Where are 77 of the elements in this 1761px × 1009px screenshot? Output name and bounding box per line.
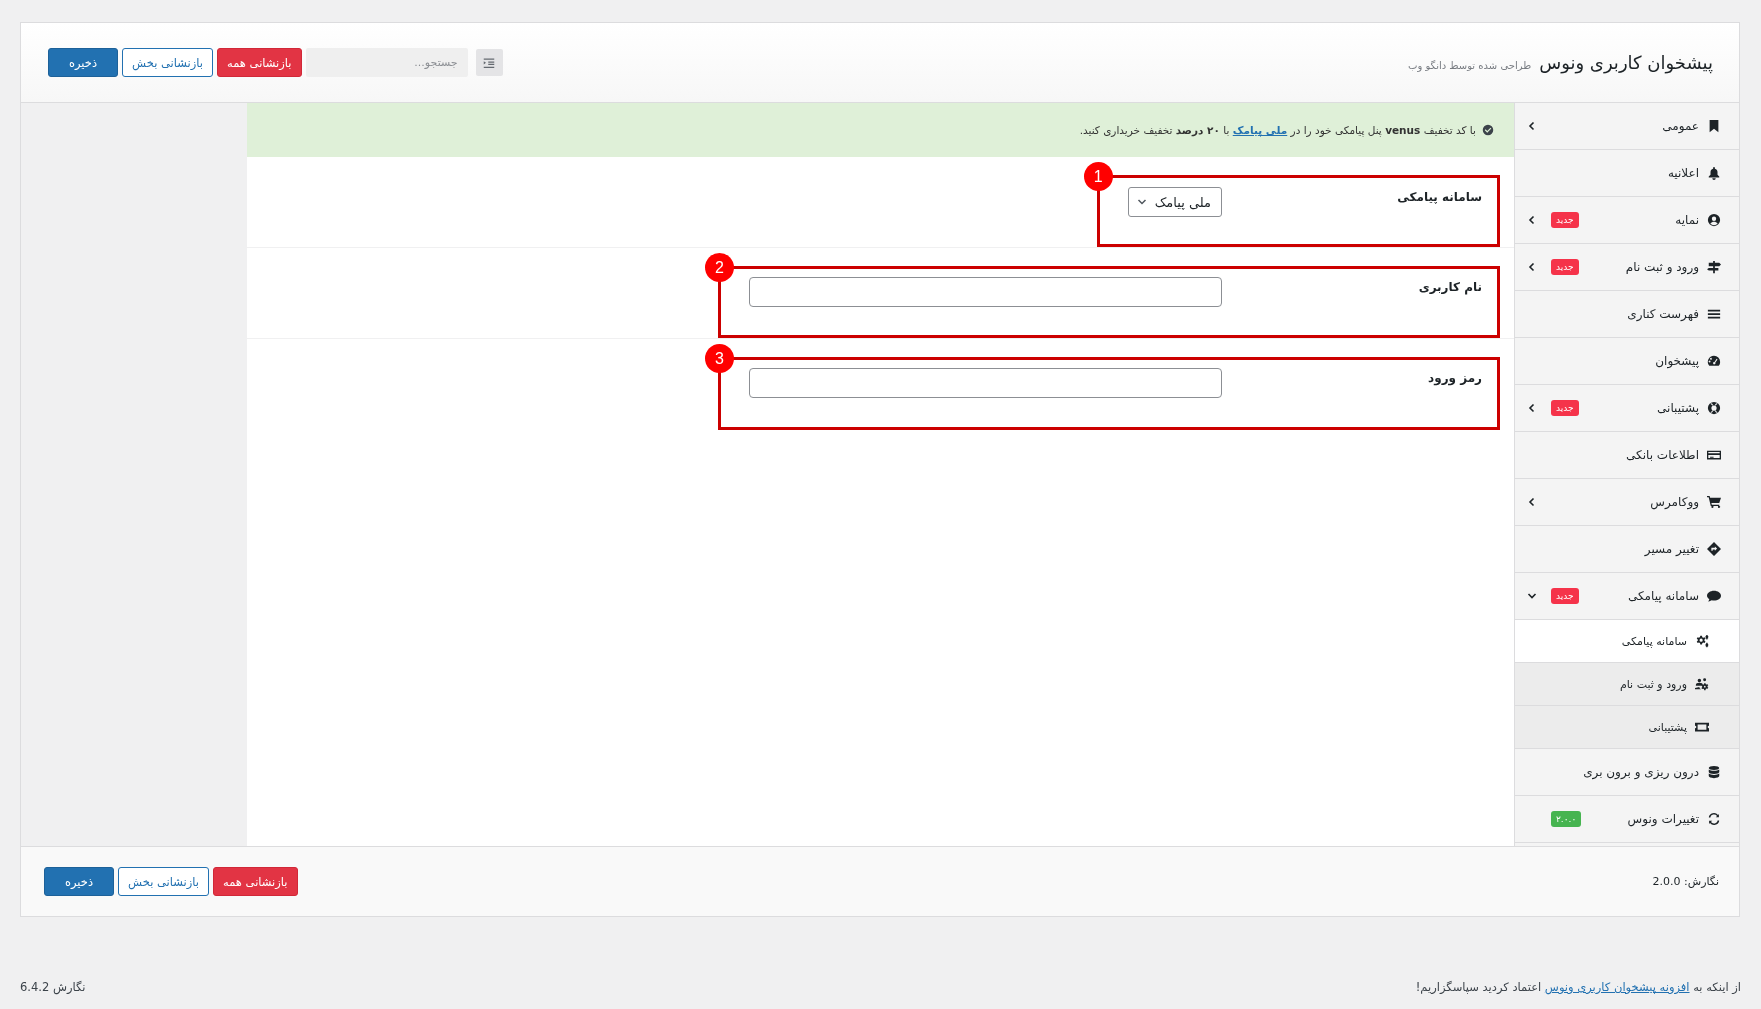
new-badge: ۲.۰.۰ — [1551, 811, 1582, 827]
sidebar-item[interactable]: اطلاعات بانکی — [1515, 432, 1739, 479]
sidebar-label: درون ریزی و برون بری — [1583, 765, 1699, 779]
save-button[interactable]: ذخیره — [48, 48, 119, 77]
step-number-badge: 2 — [705, 253, 734, 282]
sidebar-item[interactable]: اعلانیه — [1515, 150, 1739, 197]
bell-icon — [1707, 166, 1721, 180]
thanks-text: از اینکه به افزونه پیشخوان کاربری ونوس اعتماد کردید سپاسگزاریم! — [1415, 980, 1741, 994]
outline-toggle-button[interactable] — [475, 49, 503, 76]
sidebar-label: نمایه — [1675, 213, 1699, 227]
sidebar-item[interactable]: تغییرات ونوس ۲.۰.۰ — [1515, 796, 1739, 843]
sidebar-label: عمومی — [1662, 119, 1699, 133]
chevron-down-icon — [1136, 197, 1147, 207]
step-number-badge: 3 — [705, 344, 734, 373]
reset-section-button[interactable]: بازنشانی بخش — [122, 48, 214, 77]
submenu-label: ورود و ثبت نام — [1619, 677, 1687, 691]
sidebar-label: پیشخوان — [1655, 354, 1699, 368]
refresh-icon — [1707, 812, 1721, 826]
sidebar-item[interactable]: نمایه جدید — [1515, 197, 1739, 244]
gears-icon — [1695, 634, 1709, 648]
reset-all-button[interactable]: بازنشانی همه — [213, 867, 298, 896]
credit-card-icon — [1707, 448, 1721, 462]
new-badge: جدید — [1551, 400, 1579, 416]
reset-all-button[interactable]: بازنشانی همه — [217, 48, 302, 77]
sidebar-label: تغییرات ونوس — [1627, 812, 1699, 826]
new-badge: جدید — [1551, 588, 1579, 604]
sms-provider-link[interactable]: ملی پیامک — [1232, 124, 1288, 136]
lifebuoy-icon — [1707, 401, 1721, 415]
indent-list-icon — [483, 56, 496, 69]
new-badge: جدید — [1551, 259, 1579, 275]
submenu-label: پشتیبانی — [1648, 720, 1687, 734]
sidebar-label: فهرست کناری — [1627, 307, 1699, 321]
chat-bubble-icon — [1707, 589, 1721, 603]
subtitle-text: طراحی شده توسط دانگو وب — [1408, 60, 1532, 71]
sidebar-item[interactable]: فهرست کناری — [1515, 291, 1739, 338]
submenu-item[interactable]: سامانه پیامکی — [1515, 620, 1739, 663]
version-text: نگارش: 2.0.0 — [1652, 875, 1719, 888]
sidebar-item[interactable]: تغییر مسیر — [1515, 526, 1739, 573]
field-label: سامانه پیامکی — [1396, 189, 1482, 204]
cart-icon — [1707, 495, 1721, 509]
reset-section-button[interactable]: بازنشانی بخش — [118, 867, 210, 896]
sidebar-label: ورود و ثبت نام — [1625, 260, 1699, 274]
field-label: نام کاربری — [1417, 279, 1482, 294]
list-icon — [1707, 307, 1721, 321]
sidebar-item[interactable]: پیشخوان — [1515, 338, 1739, 385]
wordpress-version-text: نگارش 6.4.2 — [20, 980, 86, 994]
save-button[interactable]: ذخیره — [44, 867, 115, 896]
sidebar-item[interactable]: درون ریزی و برون بری — [1515, 749, 1739, 796]
field-label: رمز ورود — [1427, 370, 1482, 385]
submenu-item[interactable]: ورود و ثبت نام — [1515, 663, 1739, 706]
signpost-icon — [1707, 260, 1721, 274]
sidebar-label: اعلانیه — [1667, 166, 1699, 180]
sidebar-label: تغییر مسیر — [1644, 542, 1699, 556]
sidebar-label: ووکامرس — [1650, 495, 1699, 509]
password-field[interactable] — [749, 368, 1222, 398]
sidebar-item[interactable]: عمومی — [1515, 103, 1739, 150]
new-badge: جدید — [1551, 212, 1579, 228]
gauge-icon — [1707, 354, 1721, 368]
sidebar-item[interactable]: ورود و ثبت نام جدید — [1515, 244, 1739, 291]
bookmark-icon — [1707, 119, 1721, 133]
sidebar-item[interactable]: پشتیبانی جدید — [1515, 385, 1739, 432]
sidebar-label: اطلاعات بانکی — [1626, 448, 1699, 462]
plugin-link[interactable]: افزونه پیشخوان کاربری ونوس — [1544, 980, 1690, 994]
sidebar-label: پشتیبانی — [1657, 401, 1699, 415]
sidebar-item[interactable]: ووکامرس — [1515, 479, 1739, 526]
sidebar-label: سامانه پیامکی — [1627, 589, 1699, 603]
diamond-arrow-icon — [1707, 542, 1721, 556]
ticket-icon — [1695, 720, 1709, 734]
database-icon — [1707, 765, 1721, 779]
step-number-badge: 1 — [1083, 162, 1113, 191]
page-title: پیشخوان کاربری ونوس — [1539, 52, 1713, 73]
select-dropdown[interactable]: ملی پیامک — [1127, 187, 1222, 217]
username-field[interactable] — [749, 277, 1222, 307]
submenu-label: سامانه پیامکی — [1621, 634, 1687, 648]
submenu-item[interactable]: پشتیبانی — [1515, 706, 1739, 749]
search-field[interactable]: جستجو... — [305, 48, 468, 77]
users-gear-icon — [1695, 677, 1709, 691]
